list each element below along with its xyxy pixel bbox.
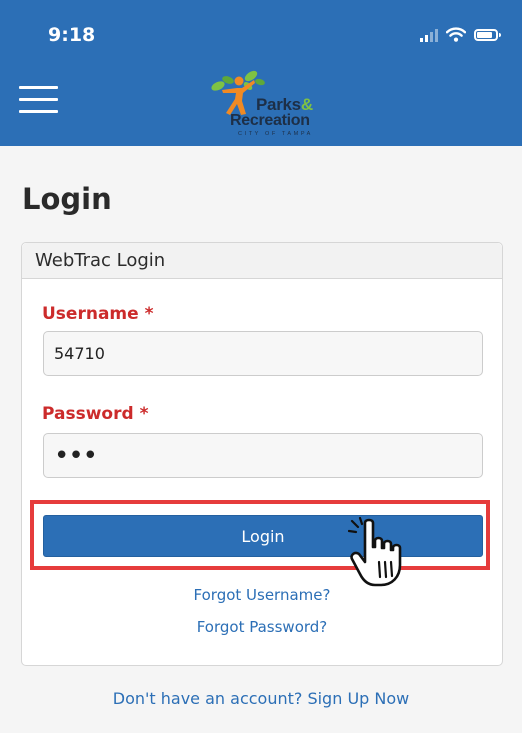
username-input[interactable] [43, 331, 483, 376]
status-time: 9:18 [48, 24, 96, 46]
cellular-signal-icon [420, 28, 438, 42]
password-input[interactable]: ••• [43, 433, 483, 478]
panel-heading: WebTrac Login [22, 243, 502, 279]
wifi-icon [446, 27, 466, 42]
battery-icon [474, 28, 501, 41]
login-panel: WebTrac Login Username * Password * ••• … [21, 242, 503, 666]
forgot-password-link[interactable]: Forgot Password? [22, 618, 502, 636]
username-label: Username * [42, 304, 154, 324]
login-button[interactable]: Login [43, 515, 483, 557]
hand-pointer-icon [348, 517, 402, 587]
hamburger-menu-icon[interactable] [19, 84, 58, 114]
signup-link[interactable]: Don't have an account? Sign Up Now [0, 689, 522, 708]
page-title: Login [22, 182, 112, 216]
logo-text-city: CITY OF TAMPA [238, 131, 313, 137]
status-icons [420, 27, 501, 42]
logo-text-recreation: Recreation [230, 112, 310, 129]
password-label: Password * [42, 404, 149, 424]
parks-recreation-logo: Parks& Recreation CITY OF TAMPA [208, 68, 320, 142]
forgot-username-link[interactable]: Forgot Username? [22, 586, 502, 604]
app-header: 9:18 Parks& Recreation CITY OF TAMPA [0, 0, 522, 146]
